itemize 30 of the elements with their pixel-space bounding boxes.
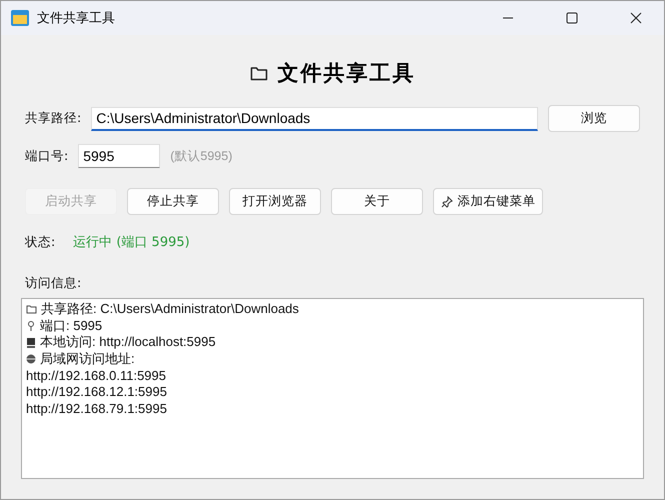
- info-line: http://192.168.79.1:5995: [26, 400, 167, 416]
- status-text: 运行中 (端口 5995): [73, 234, 190, 251]
- window-title: 文件共享工具: [37, 10, 116, 27]
- info-line: http://192.168.12.1:5995: [26, 384, 167, 400]
- pushpin-icon: [440, 196, 452, 208]
- info-line: 局域网访问地址:: [40, 350, 135, 368]
- computer-icon: [26, 336, 36, 348]
- info-line: 端口: 5995: [40, 316, 102, 335]
- action-button[interactable]: 关于: [331, 188, 423, 215]
- browse-button[interactable]: 浏览: [548, 105, 640, 132]
- action-button[interactable]: 停止共享: [127, 188, 219, 215]
- info-line: http://192.168.0.11:5995: [26, 368, 166, 383]
- action-button[interactable]: 打开浏览器: [229, 188, 321, 215]
- folder-icon: [250, 65, 268, 81]
- path-field[interactable]: C:\Users\Administrator\Downloads: [91, 106, 538, 130]
- field-label: 端口号:: [25, 148, 68, 164]
- maximize-icon: [566, 12, 578, 24]
- folder-icon: [26, 304, 37, 314]
- folder-icon: [11, 10, 29, 26]
- status-label: 状态:: [25, 234, 56, 250]
- app-heading: 文件共享工具: [278, 60, 416, 87]
- section-label: 访问信息:: [25, 275, 82, 292]
- hint-text: (默认5995): [170, 148, 232, 164]
- port-field[interactable]: 5995: [78, 144, 160, 168]
- info-line: 本地访问: http://localhost:5995: [40, 333, 216, 352]
- info-line: 共享路径: C:\Users\Administrator\Downloads: [41, 300, 299, 318]
- field-label: 共享路径:: [25, 110, 82, 127]
- pushpin-icon: [26, 320, 36, 332]
- close-icon: [630, 12, 642, 24]
- action-button[interactable]: 添加右键菜单: [433, 188, 543, 215]
